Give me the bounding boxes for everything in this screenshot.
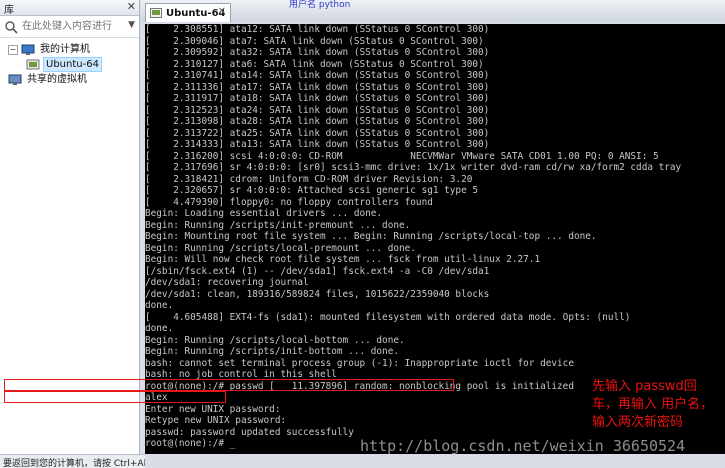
console-line: [ 2.314333] ata13: SATA link down (SStat… bbox=[145, 139, 490, 150]
tree-item-shared-vms[interactable]: 共享的虚拟机 bbox=[0, 72, 139, 87]
console-line: [ 2.310741] ata14: SATA link down (SStat… bbox=[145, 70, 490, 81]
collapse-toggle-icon[interactable]: − bbox=[8, 44, 18, 55]
search-input[interactable] bbox=[22, 18, 112, 35]
console-line: Begin: Running /scripts/init-bottom ... … bbox=[145, 346, 399, 357]
vm-icon bbox=[26, 59, 40, 69]
highlight-box-passwd bbox=[4, 379, 454, 391]
console-line: [ 2.320657] sr 4:0:0:0: Attached scsi ge… bbox=[145, 185, 479, 196]
console-line: [ 2.311917] ata18: SATA link down (SStat… bbox=[145, 93, 490, 104]
console-line: [ 2.310127] ata6: SATA link down (SStatu… bbox=[145, 58, 484, 70]
status-bar: 要返回到您的计算机，请按 Ctrl+Alt。 bbox=[0, 454, 145, 468]
console-line: [ 4.605488] EXT4-fs (sda1): mounted file… bbox=[145, 311, 631, 323]
console-line: Begin: Mounting root file system ... Beg… bbox=[145, 231, 597, 242]
console-line: [ 4.479390] floppy0: no floppy controlle… bbox=[145, 196, 433, 208]
console-line: Begin: Running /scripts/local-bottom ...… bbox=[145, 334, 405, 346]
console-line: [ 2.308551] ata12: SATA link down (SStat… bbox=[145, 24, 490, 35]
console-line: [ 2.309046] ata7: SATA link down (SStatu… bbox=[145, 35, 484, 47]
tab-ubuntu-64[interactable]: Ubuntu-64 ✕ bbox=[145, 3, 231, 22]
search-icon bbox=[5, 21, 18, 34]
console-line: Begin: Loading essential drivers ... don… bbox=[145, 208, 383, 219]
console-line: [ 2.317696] sr 4:0:0:0: [sr0] scsi3-mmc … bbox=[145, 162, 682, 173]
console-line: [ 2.313722] ata25: SATA link down (SStat… bbox=[145, 127, 490, 139]
annotation-text: 先输入 passwd回车，再输入 用户名，输入两次新密码 bbox=[592, 379, 714, 430]
library-header: 库 ✕ bbox=[0, 0, 139, 16]
console-line: done. bbox=[145, 323, 174, 334]
vm-tree: − 我的计算机 Ubuntu-64 共享的虚拟机 bbox=[0, 38, 139, 87]
console-line: [ 2.309592] ata32: SATA link down (SStat… bbox=[145, 47, 490, 58]
computer-icon bbox=[21, 44, 35, 55]
close-icon[interactable]: ✕ bbox=[218, 6, 226, 17]
vm-tabbar: Ubuntu-64 ✕ 用户名 python bbox=[141, 0, 725, 22]
tree-item-label: 我的计算机 bbox=[40, 44, 90, 55]
home-icon bbox=[150, 8, 162, 18]
close-icon[interactable]: ✕ bbox=[127, 0, 136, 13]
console-line: Begin: Running /scripts/init-premount ..… bbox=[145, 219, 411, 231]
tree-item-ubuntu-64[interactable]: Ubuntu-64 bbox=[0, 57, 139, 72]
console-line: [ 2.318421] cdrom: Uniform CD-ROM driver… bbox=[145, 173, 473, 185]
tree-item-label: 共享的虚拟机 bbox=[27, 74, 87, 85]
shared-vm-icon bbox=[8, 74, 22, 85]
library-title: 库 bbox=[4, 5, 14, 16]
console-line: done. bbox=[145, 300, 174, 311]
chevron-down-icon[interactable]: ▼ bbox=[128, 20, 135, 30]
tree-item-label: Ubuntu-64 bbox=[43, 57, 102, 72]
console-line: [ 2.312523] ata24: SATA link down (SStat… bbox=[145, 104, 490, 116]
console-line: /dev/sda1: recovering journal bbox=[145, 277, 309, 288]
console-line: Begin: Running /scripts/local-premount .… bbox=[145, 242, 416, 254]
tree-item-my-computer[interactable]: − 我的计算机 bbox=[0, 42, 139, 57]
blog-watermark: http://blog.csdn.net/weixin_36650524 bbox=[360, 437, 686, 455]
library-search: ▼ bbox=[0, 16, 139, 38]
tab-label: Ubuntu-64 bbox=[166, 7, 226, 19]
console-line: [ 2.316200] scsi 4:0:0:0: CD-ROM NECVMWa… bbox=[145, 150, 659, 162]
highlight-box-username bbox=[4, 391, 226, 403]
console-line: /dev/sda1: clean, 189316/589824 files, 1… bbox=[145, 288, 490, 300]
console-line: [ 2.313098] ata28: SATA link down (SStat… bbox=[145, 116, 490, 127]
console-line: Begin: Will now check root file system .… bbox=[145, 254, 541, 265]
console-line: [/sbin/fsck.ext4 (1) -- /dev/sda1] fsck.… bbox=[145, 265, 490, 277]
username-watermark: 用户名 python bbox=[289, 0, 351, 10]
console-line: [ 2.311336] ata17: SATA link down (SStat… bbox=[145, 81, 490, 93]
console-line: bash: cannot set terminal process group … bbox=[145, 357, 574, 369]
